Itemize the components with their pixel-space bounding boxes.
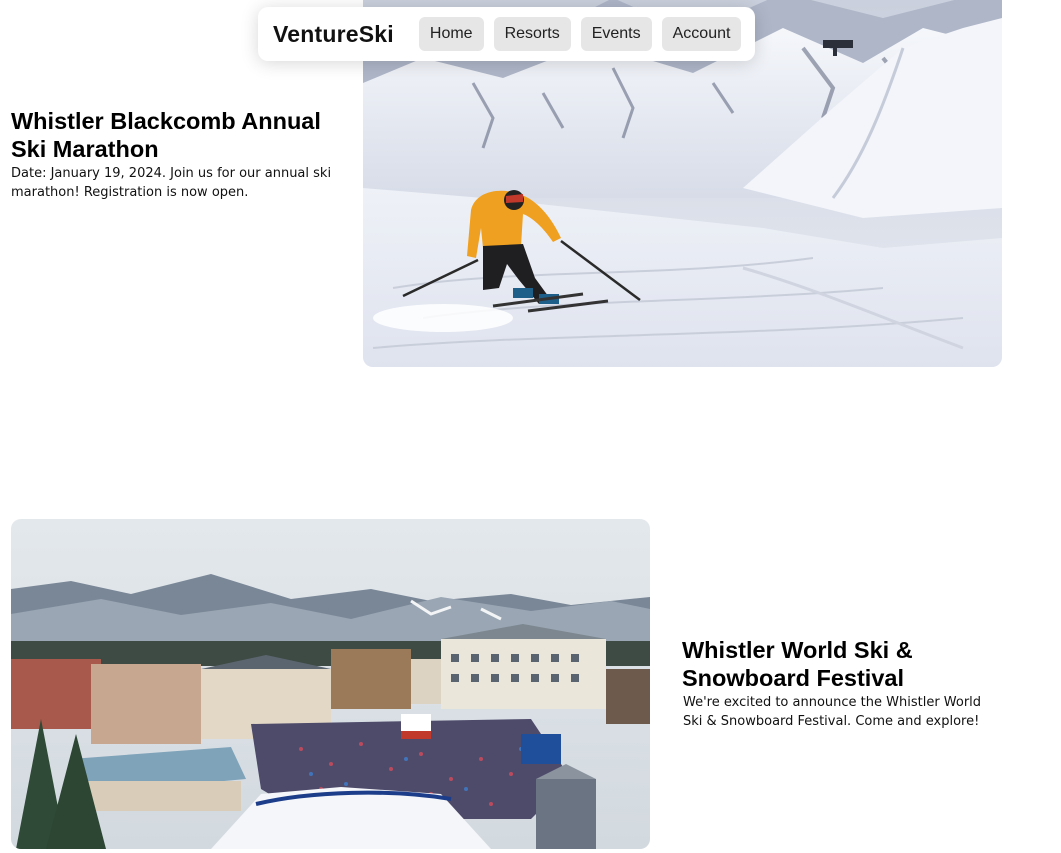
- top-nav: VentureSki Home Resorts Events Account: [258, 7, 755, 61]
- event-description: Date: January 19, 2024. Join us for our …: [11, 164, 331, 202]
- nav-account-button[interactable]: Account: [661, 17, 742, 51]
- brand-logo[interactable]: VentureSki: [273, 21, 394, 48]
- event-title: Whistler Blackcomb Annual Ski Marathon: [11, 107, 321, 163]
- nav-events-button[interactable]: Events: [580, 17, 652, 51]
- event-title-line: Whistler Blackcomb Annual: [11, 108, 321, 134]
- nav-home-button[interactable]: Home: [418, 17, 484, 51]
- event-title-line: Whistler World Ski &: [682, 637, 913, 663]
- event-title-line: Ski Marathon: [11, 136, 159, 162]
- event-title: Whistler World Ski & Snowboard Festival: [682, 636, 913, 692]
- nav-resorts-button[interactable]: Resorts: [493, 17, 571, 51]
- festival-photo: [11, 519, 650, 849]
- event-description-line: marathon! Registration is now open.: [11, 185, 249, 200]
- event-description-line: Ski & Snowboard Festival. Come and explo…: [683, 714, 980, 729]
- event-description-line: We're excited to announce the Whistler W…: [683, 695, 982, 710]
- event-title-line: Snowboard Festival: [682, 665, 904, 691]
- ski-village-festival-image: [11, 519, 650, 849]
- event-description-line: Date: January 19, 2024. Join us for our …: [11, 166, 332, 181]
- event-description: We're excited to announce the Whistler W…: [683, 693, 981, 731]
